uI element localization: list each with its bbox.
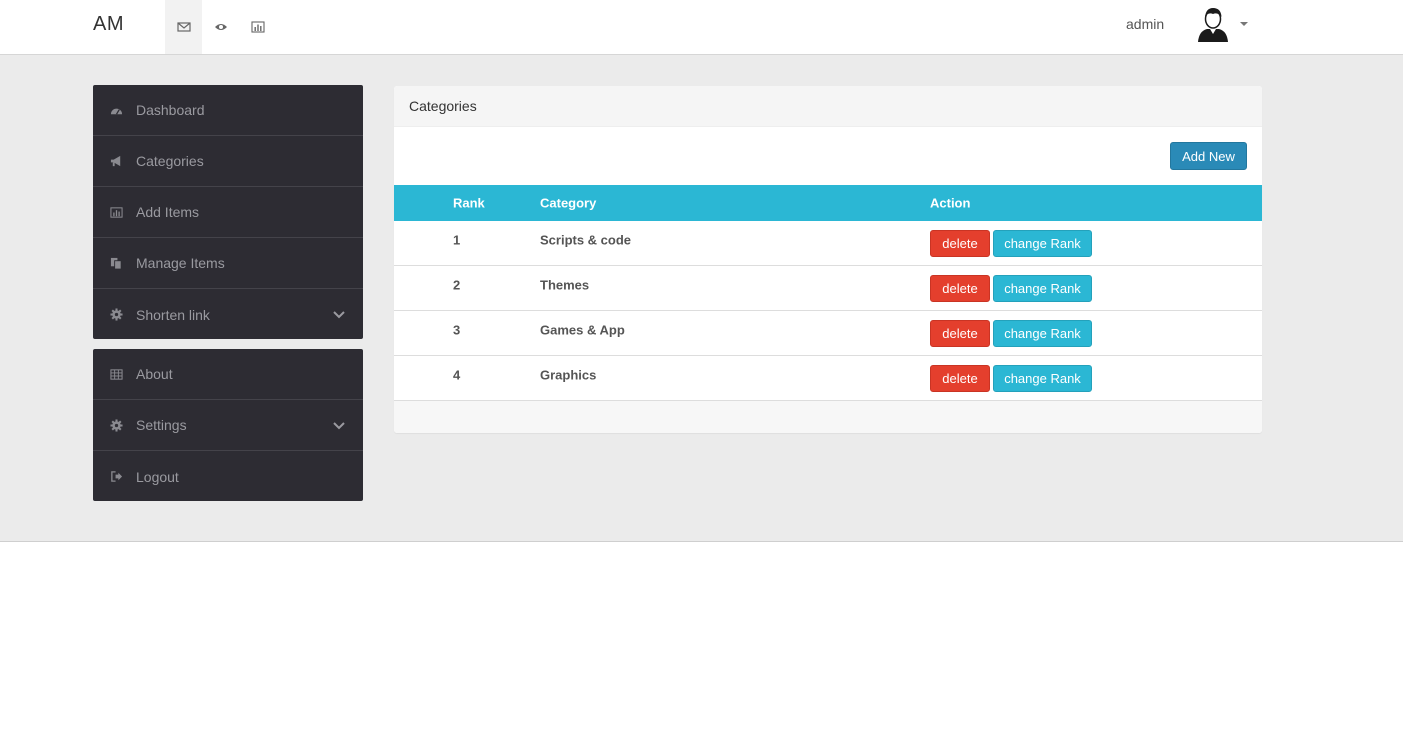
change-rank-button[interactable]: change Rank	[993, 275, 1092, 302]
sidebar-item-logout[interactable]: Logout	[93, 451, 363, 502]
sidebar-item-manage-items[interactable]: Manage Items	[93, 238, 363, 289]
chevron-down-icon[interactable]	[333, 308, 345, 320]
user-name[interactable]: admin	[1126, 16, 1164, 32]
avatar[interactable]	[1196, 6, 1230, 42]
row-rank: 1	[453, 232, 461, 248]
sidebar-item-add-items[interactable]: Add Items	[93, 187, 363, 238]
eye-icon[interactable]	[202, 0, 239, 54]
sidebar-item-label: Categories	[136, 153, 204, 169]
gear-icon	[109, 418, 124, 433]
sidebar-group-main: Dashboard Categories Add Items Manage It…	[93, 85, 363, 339]
table-header: Rank Category Action	[394, 185, 1262, 221]
sidebar-item-label: Add Items	[136, 204, 200, 220]
sidebar-item-label: Shorten link	[136, 306, 210, 323]
sidebar-item-label: Manage Items	[136, 255, 225, 271]
change-rank-button[interactable]: change Rank	[993, 230, 1092, 257]
table-row: 3 Games & App delete change Rank	[394, 311, 1262, 356]
panel-title: Categories	[394, 86, 1262, 127]
delete-button[interactable]: delete	[930, 230, 990, 257]
bar-chart-icon	[109, 205, 124, 220]
sidebar-item-label: Dashboard	[136, 102, 205, 118]
table-row: 4 Graphics delete change Rank	[394, 356, 1262, 401]
categories-table: Rank Category Action 1 Scripts & code de…	[394, 185, 1262, 401]
sidebar-item-settings[interactable]: Settings	[93, 400, 363, 451]
user-menu-caret-icon[interactable]	[1240, 22, 1248, 26]
bar-chart-icon[interactable]	[239, 0, 276, 54]
nav-icon-group	[165, 0, 276, 54]
envelope-icon[interactable]	[165, 0, 202, 54]
copy-icon	[109, 256, 124, 271]
table-row: 2 Themes delete change Rank	[394, 266, 1262, 311]
row-rank: 3	[453, 322, 461, 338]
sidebar-item-label: Logout	[136, 468, 179, 485]
categories-panel: Categories Add New Rank Category Action …	[394, 86, 1262, 433]
row-category: Graphics	[540, 367, 597, 383]
row-rank: 2	[453, 277, 461, 293]
sidebar-item-categories[interactable]: Categories	[93, 136, 363, 187]
delete-button[interactable]: delete	[930, 320, 990, 347]
panel-footer	[394, 401, 1262, 433]
bullhorn-icon	[109, 154, 124, 169]
sidebar-item-shorten-link[interactable]: Shorten link	[93, 289, 363, 340]
sidebar-item-dashboard[interactable]: Dashboard	[93, 85, 363, 136]
row-category: Scripts & code	[540, 232, 632, 248]
sidebar-item-label: About	[136, 366, 173, 382]
row-category: Themes	[540, 277, 590, 293]
column-header-action: Action	[930, 195, 971, 211]
table-icon	[109, 367, 124, 382]
column-header-rank[interactable]: Rank	[453, 196, 485, 211]
sidebar-group-secondary: About Settings Logout	[93, 349, 363, 501]
chevron-down-icon[interactable]	[333, 419, 345, 431]
change-rank-button[interactable]: change Rank	[993, 320, 1092, 347]
sidebar-item-about[interactable]: About	[93, 349, 363, 400]
add-new-button[interactable]: Add New	[1170, 142, 1247, 170]
table-row: 1 Scripts & code delete change Rank	[394, 221, 1262, 266]
sidebar-item-label: Settings	[136, 417, 187, 433]
sign-out-icon	[109, 469, 124, 484]
brand-logo[interactable]: AM	[93, 13, 124, 36]
delete-button[interactable]: delete	[930, 365, 990, 392]
gear-icon	[109, 307, 124, 322]
delete-button[interactable]: delete	[930, 275, 990, 302]
dashboard-icon	[109, 103, 124, 118]
change-rank-button[interactable]: change Rank	[993, 365, 1092, 392]
column-header-category[interactable]: Category	[540, 196, 596, 211]
row-category: Games & App	[540, 322, 625, 338]
main-area: Dashboard Categories Add Items Manage It…	[0, 55, 1403, 542]
top-navbar: AM admin	[0, 0, 1403, 55]
row-rank: 4	[453, 367, 461, 383]
